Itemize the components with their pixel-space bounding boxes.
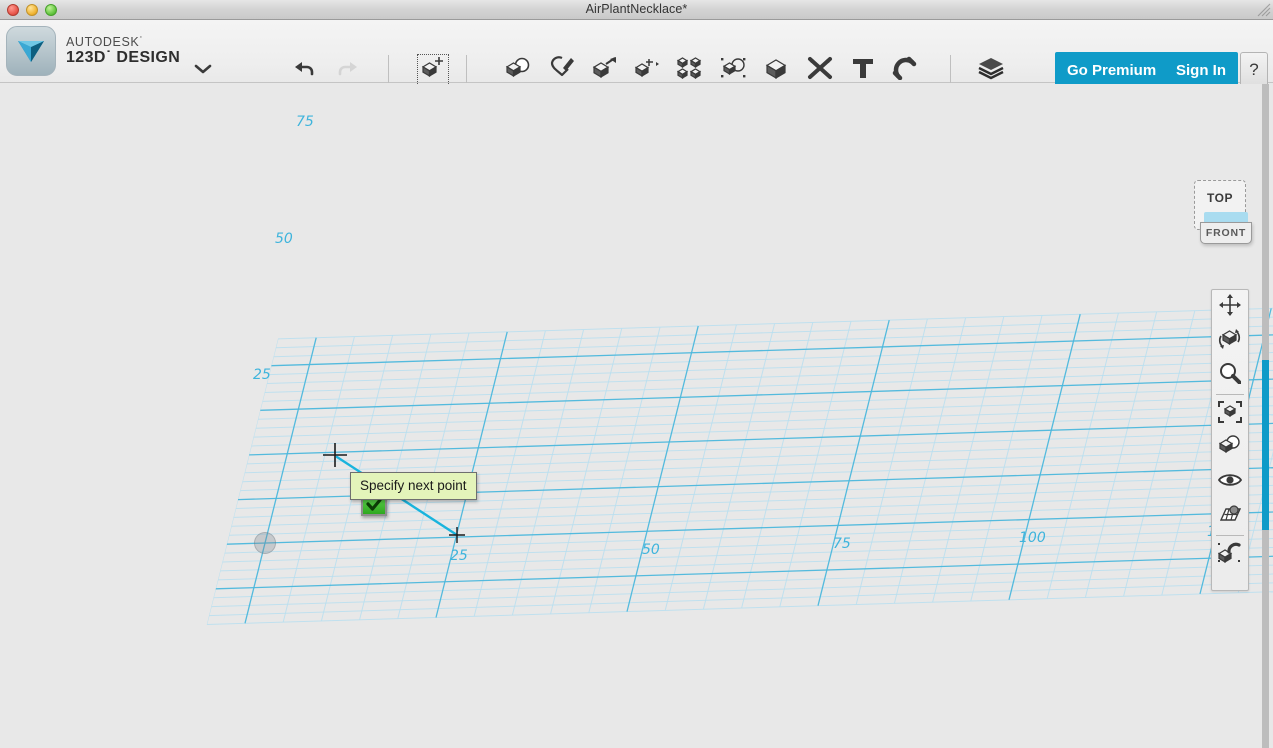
cube-magnet-icon: [1217, 542, 1242, 569]
toolbar-sketch-button[interactable]: [545, 53, 579, 87]
grid-sun-icon: [1218, 504, 1242, 529]
toolbar-separator: [388, 55, 389, 83]
navigation-toolbar: [1211, 289, 1249, 591]
toolbar-measure-button[interactable]: [803, 53, 837, 87]
3d-viewport[interactable]: 255075100125255075 Specify next point TO…: [0, 84, 1273, 748]
view-cube-front-face[interactable]: FRONT: [1200, 222, 1252, 244]
pan-arrows-icon: [1219, 293, 1241, 321]
nav-pan-button[interactable]: [1212, 290, 1248, 324]
crosshair-cursor-icon: [323, 443, 347, 467]
title-bar: AirPlantNecklace*: [0, 0, 1273, 20]
text-t-icon: [850, 56, 876, 85]
toolbar-pattern-button[interactable]: [673, 53, 707, 87]
redo-arrow-icon: [334, 58, 360, 83]
window-title: AirPlantNecklace*: [585, 2, 688, 16]
cube-circle-select-icon: [721, 56, 747, 85]
toolbar-separator: [950, 55, 951, 83]
viewport-scroll-thumb[interactable]: [1262, 360, 1269, 530]
brand-line-2: 123D˙ DESIGN: [66, 49, 181, 67]
layers-stack-icon: [978, 56, 1004, 85]
toolbar-undo-button[interactable]: [288, 53, 322, 87]
cube-sphere-icon: [505, 56, 531, 85]
toolbar-transform-button[interactable]: [416, 53, 450, 87]
toolbar-materials-button[interactable]: [974, 53, 1008, 87]
nav-grid-snap-button[interactable]: [1212, 499, 1248, 533]
sketch-endpoint-marker: [449, 527, 465, 543]
brand-area[interactable]: AUTODESK˙ 123D˙ DESIGN: [6, 26, 180, 76]
toolbar-redo-button: [330, 53, 364, 87]
undo-arrow-icon: [292, 58, 318, 83]
eye-icon: [1217, 471, 1243, 494]
nav-shading-button[interactable]: [1212, 431, 1248, 465]
nav-separator: [1216, 394, 1244, 395]
brand-text: AUTODESK˙ 123D˙ DESIGN: [66, 35, 180, 67]
toolbar-modify-button[interactable]: [630, 53, 664, 87]
brand-line-1: AUTODESK˙: [66, 35, 145, 50]
toolbar-construct-button[interactable]: [588, 53, 622, 87]
sign-in-button[interactable]: Sign In: [1164, 52, 1238, 88]
magnifier-icon: [1219, 362, 1242, 389]
toolbar-text-button[interactable]: [846, 53, 880, 87]
toolbar-grouping-button[interactable]: [717, 53, 751, 87]
sketch-pen-icon: [549, 55, 575, 85]
nav-fit-button[interactable]: [1212, 397, 1248, 431]
nav-separator: [1216, 535, 1244, 536]
cube-arrows-icon: [634, 56, 660, 85]
checkmark-icon: [366, 498, 382, 511]
autodesk-logo-icon: [6, 26, 56, 76]
toolbar-primitives-button[interactable]: [501, 53, 535, 87]
nav-measure-tool-button[interactable]: [1212, 538, 1248, 572]
app-window: AirPlantNecklace* AUTODESK˙ 123D˙ DESIGN: [0, 0, 1273, 748]
view-cube[interactable]: TOP FRONT: [1190, 180, 1254, 248]
toolbar-separator: [466, 55, 467, 83]
fit-bracket-cube-icon: [1218, 400, 1242, 428]
toolbar-combine-button[interactable]: [760, 53, 794, 87]
cube-move-icon: [420, 55, 446, 86]
resize-grip-icon[interactable]: [1257, 3, 1271, 17]
nav-visibility-button[interactable]: [1212, 465, 1248, 499]
cube-shading-icon: [1218, 434, 1242, 462]
active-sketch-line: [335, 455, 465, 543]
help-button[interactable]: ?: [1240, 52, 1268, 88]
cube-extrude-icon: [592, 56, 618, 85]
main-toolbar: AUTODESK˙ 123D˙ DESIGN Go Premium Sign I…: [0, 20, 1273, 94]
chevron-down-icon[interactable]: [193, 62, 213, 80]
orbit-cube-icon: [1218, 328, 1242, 355]
nav-zoom-button[interactable]: [1212, 358, 1248, 392]
nav-orbit-button[interactable]: [1212, 324, 1248, 358]
go-premium-button[interactable]: Go Premium: [1055, 52, 1169, 88]
magnet-icon: [892, 56, 918, 85]
cube-solid-icon: [764, 56, 790, 85]
toolbar-snap-button[interactable]: [888, 53, 922, 87]
four-cubes-icon: [676, 56, 703, 85]
ruler-pencil-icon: [807, 56, 833, 85]
command-tooltip: Specify next point: [350, 472, 477, 500]
